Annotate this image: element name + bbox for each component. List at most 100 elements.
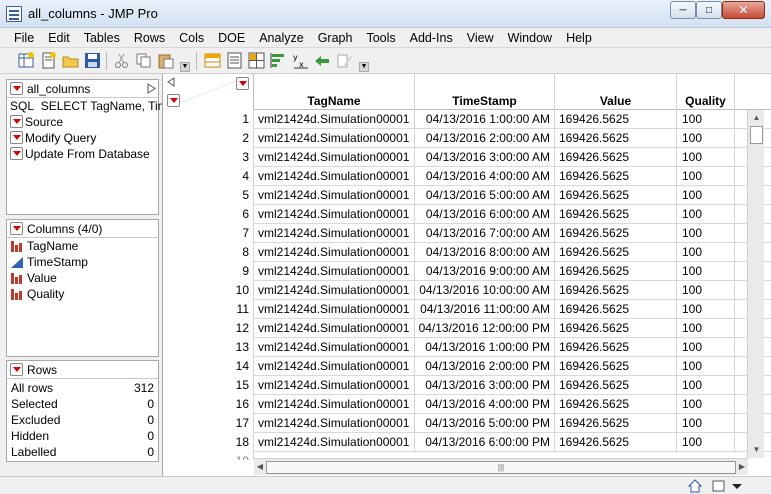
cell-quality[interactable]: 100 [677, 433, 735, 452]
table-row[interactable]: 15 vml21424d.Simulation00001 04/13/2016 3:… [163, 376, 771, 395]
cell-tagname[interactable]: vml21424d.Simulation00001 [254, 414, 415, 433]
column-header-timestamp[interactable]: TimeStamp [415, 74, 555, 110]
row-number[interactable]: 11 [163, 300, 254, 319]
table-row[interactable]: 16 vml21424d.Simulation00001 04/13/2016 4:… [163, 395, 771, 414]
menu-file[interactable]: File [0, 31, 41, 45]
cell-tagname[interactable]: vml21424d.Simulation00001 [254, 224, 415, 243]
table-red-triangle-icon[interactable] [10, 82, 23, 95]
menu-view[interactable]: View [460, 31, 501, 45]
collapse-panel-icon[interactable] [147, 83, 156, 94]
cell-value[interactable]: 169426.5625 [555, 338, 677, 357]
cell-timestamp[interactable]: 04/13/2016 3:00:00 PM [415, 376, 555, 395]
cell-value[interactable]: 169426.5625 [555, 414, 677, 433]
cell-tagname[interactable]: vml21424d.Simulation00001 [254, 433, 415, 452]
script-item[interactable]: Update From Database [7, 146, 158, 162]
cell-tagname[interactable]: vml21424d.Simulation00001 [254, 281, 415, 300]
menu-window[interactable]: Window [501, 31, 559, 45]
new-data-table-icon[interactable] [18, 52, 35, 69]
cell-value[interactable]: 169426.5625 [555, 243, 677, 262]
grid-corner[interactable] [163, 74, 254, 110]
window-list-dropdown-icon[interactable] [730, 479, 744, 493]
cell-timestamp[interactable]: 04/13/2016 5:00:00 AM [415, 186, 555, 205]
save-icon[interactable] [84, 52, 101, 69]
table-row[interactable]: 11 vml21424d.Simulation00001 04/13/2016 11… [163, 300, 771, 319]
menu-edit[interactable]: Edit [41, 31, 77, 45]
cell-tagname[interactable]: vml21424d.Simulation00001 [254, 205, 415, 224]
scroll-right-arrow-icon[interactable]: ▶ [736, 459, 748, 475]
toolbar-overflow-dropdown-2[interactable]: ▼ [359, 62, 369, 72]
table-row[interactable]: 1 vml21424d.Simulation00001 04/13/2016 1:0… [163, 110, 771, 129]
rows-red-triangle-icon[interactable] [10, 363, 23, 376]
edit-pencil-icon[interactable] [336, 52, 353, 69]
cell-tagname[interactable]: vml21424d.Simulation00001 [254, 186, 415, 205]
scroll-left-arrow-icon[interactable]: ◀ [254, 459, 266, 475]
vertical-scrollbar[interactable]: ▲ ▼ [747, 110, 764, 458]
horizontal-scroll-thumb[interactable]: ||| [266, 461, 736, 474]
table-row[interactable]: 7 vml21424d.Simulation00001 04/13/2016 7:0… [163, 224, 771, 243]
cell-tagname[interactable]: vml21424d.Simulation00001 [254, 357, 415, 376]
cell-value[interactable]: 169426.5625 [555, 281, 677, 300]
row-number[interactable]: 18 [163, 433, 254, 452]
cell-tagname[interactable]: vml21424d.Simulation00001 [254, 376, 415, 395]
row-number[interactable]: 8 [163, 243, 254, 262]
maximize-button[interactable]: □ [696, 1, 722, 19]
rows-stat[interactable]: Selected 0 [7, 396, 158, 412]
cell-timestamp[interactable]: 04/13/2016 5:00:00 PM [415, 414, 555, 433]
cell-tagname[interactable]: vml21424d.Simulation00001 [254, 319, 415, 338]
menu-graph[interactable]: Graph [311, 31, 360, 45]
row-number[interactable]: 15 [163, 376, 254, 395]
cell-value[interactable]: 169426.5625 [555, 262, 677, 281]
menu-tables[interactable]: Tables [77, 31, 127, 45]
script-red-triangle-icon[interactable] [10, 115, 23, 128]
column-item[interactable]: TimeStamp [7, 254, 158, 270]
row-number[interactable]: 10 [163, 281, 254, 300]
cell-quality[interactable]: 100 [677, 129, 735, 148]
rows-stat[interactable]: Hidden 0 [7, 428, 158, 444]
cell-value[interactable]: 169426.5625 [555, 186, 677, 205]
script-red-triangle-icon[interactable] [10, 147, 23, 160]
rows-stat[interactable]: Excluded 0 [7, 412, 158, 428]
cell-quality[interactable]: 100 [677, 110, 735, 129]
menu-analyze[interactable]: Analyze [252, 31, 310, 45]
cell-timestamp[interactable]: 04/13/2016 12:00:00 PM [415, 319, 555, 338]
cell-timestamp[interactable]: 04/13/2016 6:00:00 PM [415, 433, 555, 452]
cell-timestamp[interactable]: 04/13/2016 3:00:00 AM [415, 148, 555, 167]
cell-quality[interactable]: 100 [677, 262, 735, 281]
rows-stat[interactable]: All rows 312 [7, 380, 158, 396]
minimize-button[interactable]: ─ [670, 1, 696, 19]
cell-quality[interactable]: 100 [677, 148, 735, 167]
column-header-value[interactable]: Value [555, 74, 677, 110]
table-row[interactable]: 10 vml21424d.Simulation00001 04/13/2016 10… [163, 281, 771, 300]
row-number[interactable]: 9 [163, 262, 254, 281]
menu-help[interactable]: Help [559, 31, 599, 45]
cell-quality[interactable]: 100 [677, 186, 735, 205]
columns-header-red-triangle-icon[interactable] [236, 77, 249, 90]
column-header-quality[interactable]: Quality [677, 74, 735, 110]
cut-icon[interactable] [113, 52, 130, 69]
row-number[interactable]: 17 [163, 414, 254, 433]
cell-timestamp[interactable]: 04/13/2016 11:00:00 AM [415, 300, 555, 319]
close-button[interactable]: ✕ [722, 1, 765, 19]
cell-quality[interactable]: 100 [677, 357, 735, 376]
cell-timestamp[interactable]: 04/13/2016 2:00:00 PM [415, 357, 555, 376]
table-row[interactable]: 4 vml21424d.Simulation00001 04/13/2016 4:0… [163, 167, 771, 186]
cell-value[interactable]: 169426.5625 [555, 300, 677, 319]
window-list-icon[interactable] [712, 479, 726, 493]
cell-timestamp[interactable]: 04/13/2016 1:00:00 PM [415, 338, 555, 357]
row-number[interactable]: 4 [163, 167, 254, 186]
table-row[interactable]: 9 vml21424d.Simulation00001 04/13/2016 9:0… [163, 262, 771, 281]
row-number[interactable]: 2 [163, 129, 254, 148]
cell-quality[interactable]: 100 [677, 414, 735, 433]
data-table-icon[interactable] [204, 52, 221, 69]
column-item[interactable]: TagName [7, 238, 158, 254]
cell-quality[interactable]: 100 [677, 376, 735, 395]
row-number[interactable]: 16 [163, 395, 254, 414]
cell-value[interactable]: 169426.5625 [555, 148, 677, 167]
cell-quality[interactable]: 100 [677, 338, 735, 357]
cell-quality[interactable]: 100 [677, 395, 735, 414]
column-header-tagname[interactable]: TagName [254, 74, 415, 110]
horizontal-scrollbar[interactable]: ◀ ||| ▶ [254, 458, 748, 475]
row-number[interactable]: 14 [163, 357, 254, 376]
table-row[interactable]: 5 vml21424d.Simulation00001 04/13/2016 5:0… [163, 186, 771, 205]
scroll-down-arrow-icon[interactable]: ▼ [748, 442, 765, 458]
